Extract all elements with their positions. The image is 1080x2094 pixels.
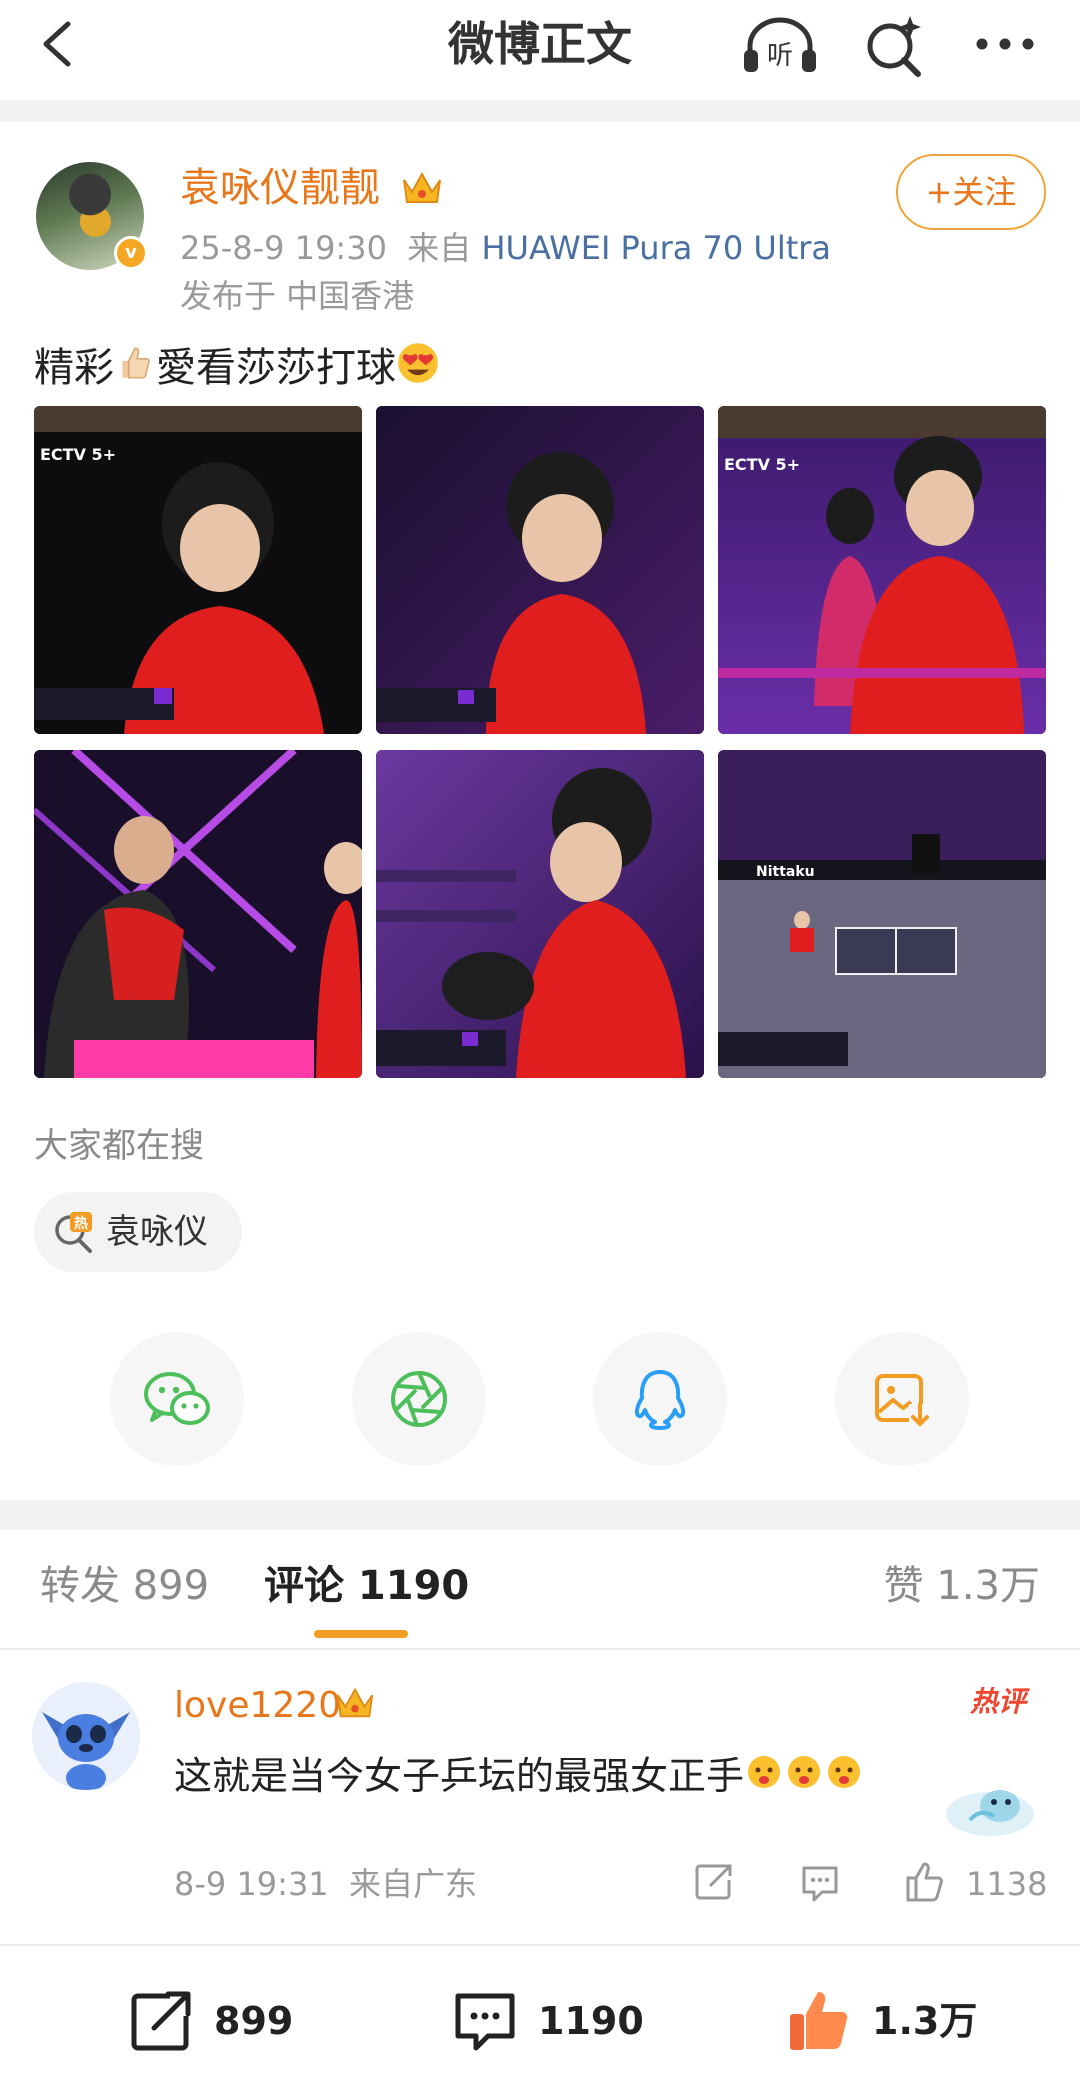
follow-button[interactable]: +关注 — [896, 154, 1046, 230]
repost-count: 899 — [214, 1999, 294, 2043]
share-wechat-button[interactable] — [110, 1332, 244, 1466]
repost-button[interactable]: 899 — [126, 1986, 306, 2056]
tv-logo-text: ECTV 5+ — [724, 455, 800, 474]
hot-search-icon: 热 — [52, 1210, 96, 1254]
source-prefix: 来自 — [407, 229, 472, 267]
tv-logo-text: ECTV 5+ — [40, 445, 116, 464]
comment-icon — [455, 1993, 515, 2051]
comment-share-icon[interactable] — [692, 1860, 736, 1904]
qq-icon — [634, 1370, 686, 1430]
listen-label: 听 — [767, 41, 793, 71]
thumbs-up-emoji-icon — [114, 342, 156, 399]
cheer-emoji-icon — [784, 1751, 824, 1807]
comment-text-body: 这就是当今女子乒坛的最强女正手 — [174, 1754, 745, 1798]
bottom-action-bar: 899 1190 1.3万 — [0, 1944, 1080, 2094]
section-divider — [0, 1500, 1080, 1530]
cheer-emoji-icon — [824, 1751, 864, 1807]
photo-grid: ECTV 5+ ECTV 5+ Nittaku — [34, 406, 1046, 1078]
hot-badge-text: 热 — [74, 1215, 88, 1232]
heart-eyes-emoji-icon — [396, 341, 440, 400]
section-divider — [0, 100, 1080, 122]
comment-meta: 8-9 19:31 来自广东 — [174, 1860, 477, 1908]
sponsor-text: Nittaku — [756, 864, 815, 880]
ai-search-icon[interactable] — [858, 10, 930, 80]
tab-like[interactable]: 赞 1.3万 — [884, 1558, 1040, 1614]
author-username[interactable]: 袁咏仪靓靓 — [180, 162, 380, 214]
like-count: 1.3万 — [872, 1999, 978, 2043]
comment-like-count: 1138 — [966, 1865, 1048, 1903]
post-text-part1: 精彩 — [34, 345, 114, 391]
cheer-emoji-icon — [744, 1751, 784, 1807]
crown-icon — [400, 166, 444, 208]
post-time: 25-8-9 19:30 — [180, 229, 387, 267]
post-location: 发布于 中国香港 — [180, 277, 415, 315]
comment-like-icon[interactable] — [904, 1860, 948, 1904]
active-tab-indicator — [314, 1630, 408, 1638]
trending-search-text: 袁咏仪 — [106, 1212, 208, 1252]
more-options-icon[interactable] — [970, 14, 1040, 74]
post-meta: 25-8-9 19:30 来自 HUAWEI Pura 70 Ultra — [180, 226, 831, 270]
post-device[interactable]: HUAWEI Pura 70 Ultra — [481, 229, 831, 267]
trending-search-chip[interactable]: 热 袁咏仪 — [34, 1192, 242, 1272]
comment-button[interactable]: 1190 — [450, 1986, 650, 2056]
tab-comment[interactable]: 评论 1190 — [264, 1558, 469, 1614]
comment-reply-icon[interactable] — [798, 1860, 842, 1904]
thumbs-up-liked-icon — [790, 1992, 848, 2050]
tab-repost[interactable]: 转发 899 — [40, 1558, 209, 1614]
dragon-sticker-icon — [930, 1770, 1050, 1840]
save-image-icon — [875, 1374, 931, 1426]
moments-icon — [391, 1371, 447, 1427]
post-photo[interactable]: ECTV 5+ — [718, 406, 1046, 734]
post-photo[interactable] — [376, 750, 704, 1078]
post-photo[interactable] — [34, 750, 362, 1078]
post-photo[interactable]: ECTV 5+ — [34, 406, 362, 734]
post-text: 精彩 愛看莎莎打球 — [34, 340, 440, 400]
comment-time: 8-9 19:31 — [174, 1865, 329, 1903]
top-nav-bar: 微博正文 听 — [0, 0, 1080, 100]
crown-icon — [334, 1682, 376, 1722]
comment-count: 1190 — [538, 1999, 644, 2043]
listen-headphones-icon[interactable]: 听 — [740, 14, 820, 78]
post-photo[interactable]: Nittaku — [718, 750, 1046, 1078]
verified-badge-icon: v — [114, 236, 148, 270]
share-qq-button[interactable] — [593, 1332, 727, 1466]
comment-text: 这就是当今女子乒坛的最强女正手 — [174, 1748, 864, 1807]
like-button[interactable]: 1.3万 — [784, 1986, 984, 2056]
repost-icon — [131, 1991, 191, 2051]
trending-search-label: 大家都在搜 — [34, 1126, 204, 1166]
share-moments-button[interactable] — [352, 1332, 486, 1466]
commenter-avatar[interactable] — [32, 1682, 140, 1790]
commenter-username[interactable]: love1220 — [174, 1680, 341, 1732]
wechat-icon — [144, 1372, 210, 1425]
post-photo[interactable] — [376, 406, 704, 734]
hot-comment-badge: 热评 — [970, 1685, 1027, 1718]
save-image-button[interactable] — [835, 1332, 969, 1466]
post-text-part2: 愛看莎莎打球 — [156, 345, 396, 391]
comment-location: 来自广东 — [349, 1865, 478, 1903]
tab-divider — [0, 1648, 1080, 1650]
